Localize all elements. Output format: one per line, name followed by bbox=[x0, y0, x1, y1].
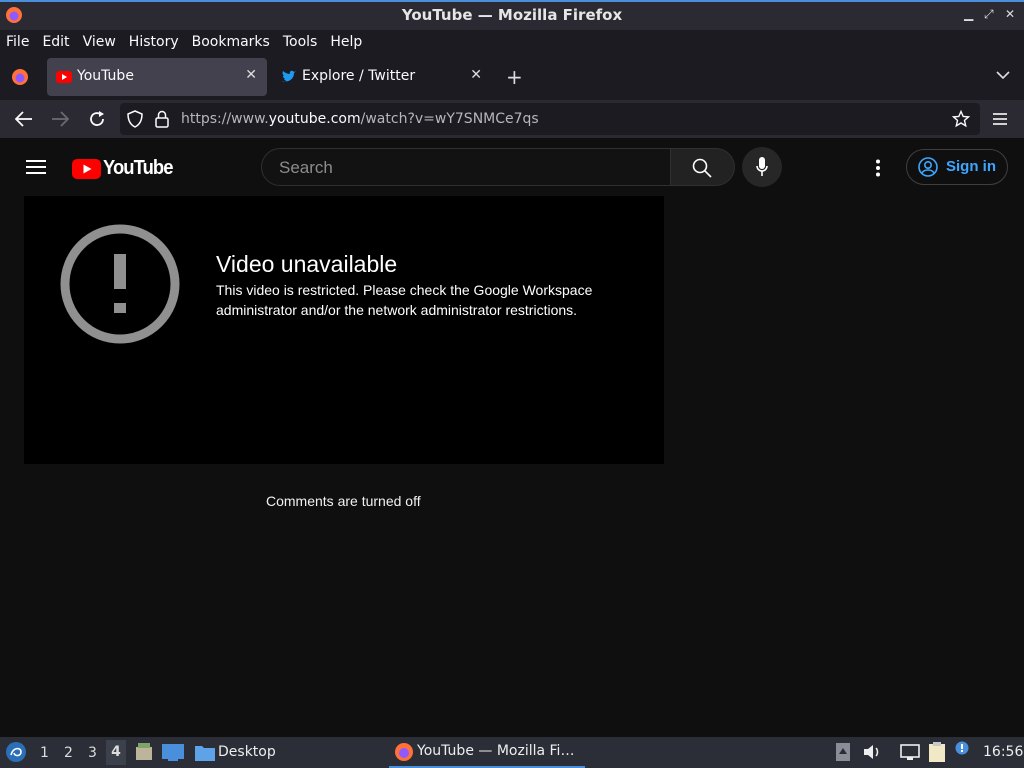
firefox-task-label: YouTube — Mozilla Fi… bbox=[417, 743, 575, 759]
menu-tools[interactable]: Tools bbox=[283, 34, 318, 50]
new-tab-icon[interactable]: + bbox=[506, 65, 523, 89]
sign-in-label: Sign in bbox=[946, 158, 996, 175]
tab-youtube[interactable]: YouTube ✕ bbox=[47, 58, 267, 96]
error-message: This video is restricted. Please check t… bbox=[216, 282, 593, 318]
update-notifier-icon[interactable] bbox=[953, 740, 971, 762]
search-button[interactable] bbox=[671, 148, 735, 186]
tab-label: Explore / Twitter bbox=[302, 68, 416, 84]
twitter-bird-icon bbox=[281, 70, 297, 88]
list-tabs-chevron-icon[interactable] bbox=[996, 68, 1010, 84]
tracking-shield-icon[interactable] bbox=[127, 110, 143, 132]
workspace-4-active[interactable]: 4 bbox=[106, 740, 126, 765]
clock: 16:56 bbox=[983, 744, 1024, 760]
back-arrow-icon[interactable] bbox=[14, 111, 33, 131]
minimize-icon[interactable]: ▁ bbox=[964, 7, 973, 21]
menu-help[interactable]: Help bbox=[330, 34, 362, 50]
menu-bookmarks[interactable]: Bookmarks bbox=[192, 34, 270, 50]
restore-icon[interactable]: ⤢ bbox=[984, 7, 994, 22]
taskbar: 1 2 3 4 Desktop YouTube — Mozilla Fi… 16… bbox=[0, 737, 1024, 768]
guide-menu-icon[interactable] bbox=[26, 159, 46, 179]
youtube-logo-text: YouTube bbox=[103, 157, 173, 179]
search-icon bbox=[692, 158, 712, 182]
tab-strip: YouTube ✕ Explore / Twitter ✕ + bbox=[0, 54, 1024, 100]
youtube-play-icon bbox=[72, 158, 101, 179]
volume-icon[interactable] bbox=[863, 743, 883, 765]
start-menu-icon[interactable] bbox=[5, 741, 27, 767]
workspace-2[interactable]: 2 bbox=[64, 745, 73, 761]
alert-exclamation-icon bbox=[60, 224, 180, 348]
firefox-task-button[interactable]: YouTube — Mozilla Fi… bbox=[389, 737, 585, 768]
window-title: YouTube — Mozilla Firefox bbox=[401, 6, 623, 24]
comments-status: Comments are turned off bbox=[266, 493, 421, 509]
address-url[interactable]: https://www.youtube.com/watch?v=wY7SNMCe… bbox=[181, 111, 539, 127]
desktop-folder-task[interactable]: Desktop bbox=[195, 743, 276, 761]
tab-label: YouTube bbox=[77, 68, 134, 84]
tab-twitter[interactable]: Explore / Twitter ✕ bbox=[272, 58, 492, 96]
app-menu-icon[interactable] bbox=[992, 112, 1008, 130]
sign-in-button[interactable]: Sign in bbox=[906, 149, 1008, 185]
menu-view[interactable]: View bbox=[83, 34, 116, 50]
firefox-icon bbox=[394, 742, 414, 766]
window-titlebar: YouTube — Mozilla Firefox ▁ ⤢ ✕ bbox=[0, 0, 1024, 30]
youtube-header: YouTube Sign in bbox=[0, 138, 1024, 196]
show-desktop-icon[interactable] bbox=[162, 744, 184, 765]
menu-file[interactable]: File bbox=[6, 34, 29, 50]
account-circle-icon bbox=[918, 157, 938, 181]
menu-bar: File Edit View History Bookmarks Tools H… bbox=[0, 30, 1024, 54]
workspace-3[interactable]: 3 bbox=[88, 745, 97, 761]
search-input[interactable] bbox=[277, 157, 651, 179]
close-window-icon[interactable]: ✕ bbox=[1005, 7, 1015, 21]
lock-icon[interactable] bbox=[155, 110, 169, 132]
network-icon[interactable] bbox=[900, 744, 920, 765]
microphone-icon bbox=[756, 157, 768, 181]
address-bar[interactable]: https://www.youtube.com/watch?v=wY7SNMCe… bbox=[120, 103, 980, 135]
workspace-1[interactable]: 1 bbox=[40, 745, 49, 761]
tab-close-icon[interactable]: ✕ bbox=[245, 67, 257, 83]
tray-up-arrow-icon[interactable] bbox=[836, 743, 850, 765]
tab-close-icon[interactable]: ✕ bbox=[470, 67, 482, 83]
menu-history[interactable]: History bbox=[129, 34, 179, 50]
youtube-favicon-icon bbox=[56, 71, 72, 87]
bookmark-star-icon[interactable] bbox=[951, 109, 971, 132]
youtube-logo[interactable]: YouTube bbox=[72, 157, 179, 180]
firefox-view-icon[interactable] bbox=[11, 68, 29, 90]
video-player: Video unavailable This video is restrict… bbox=[24, 196, 664, 464]
file-manager-icon[interactable] bbox=[134, 743, 154, 765]
menu-edit[interactable]: Edit bbox=[42, 34, 69, 50]
forward-arrow-icon[interactable] bbox=[51, 111, 70, 131]
clipboard-icon[interactable] bbox=[928, 741, 946, 767]
voice-search-button[interactable] bbox=[742, 147, 782, 187]
more-options-icon[interactable] bbox=[875, 159, 881, 181]
folder-icon bbox=[195, 746, 215, 761]
error-title: Video unavailable bbox=[216, 251, 398, 277]
reload-icon[interactable] bbox=[88, 110, 106, 132]
desktop-label: Desktop bbox=[218, 744, 276, 760]
nav-toolbar: https://www.youtube.com/watch?v=wY7SNMCe… bbox=[0, 100, 1024, 138]
search-box[interactable] bbox=[261, 148, 671, 186]
